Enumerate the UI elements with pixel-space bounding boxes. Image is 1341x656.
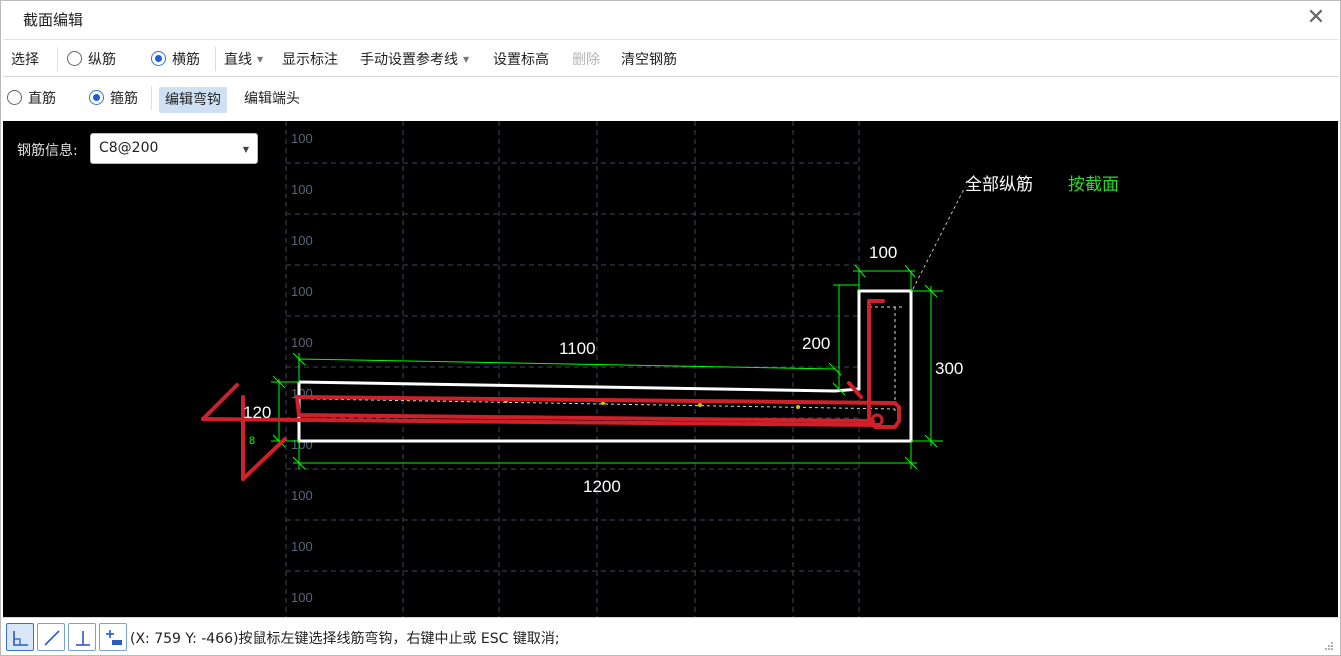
grid-label: 100 [291,284,313,299]
grid [285,121,860,617]
annotation-all-rebar: 全部纵筋 [965,175,1033,194]
rebar-info-label: 钢筋信息: [17,143,78,159]
select-button[interactable]: 选择 [11,50,39,70]
grid-label: 100 [291,488,313,503]
toolbar-main: 选择 纵筋 横筋 直线 ▼ 显示标注 手动设置参考线 ▼ 设置标高 删除 清空钢筋 [3,39,1338,77]
edit-hook-button[interactable]: 编辑弯钩 [159,87,227,113]
line-dropdown[interactable]: 直线 ▼ [224,50,263,70]
oblique-line-icon[interactable] [37,623,65,651]
grid-label: 100 [291,437,313,452]
chevron-down-icon: ▼ [463,55,470,64]
title-bar: 截面编辑 ✕ [1,1,1340,37]
clear-rebar-button[interactable]: 清空钢筋 [621,50,677,70]
leader-line [912,186,966,290]
grid-label: 100 [291,539,313,554]
toolbar-divider [57,47,58,71]
inner-guides [310,306,903,411]
transverse-label: 横筋 [172,52,200,68]
chevron-down-icon: ▼ [257,55,264,64]
set-elevation-button[interactable]: 设置标高 [493,50,549,70]
radio-checked-icon [151,51,166,66]
window-title: 截面编辑 [23,11,84,29]
stirrup-radio[interactable]: 箍筋 [89,89,138,109]
perpendicular-icon[interactable] [68,623,96,651]
chevron-down-icon: ▼ [242,145,249,154]
dim-thickness-120: 120 [243,403,271,422]
straight-radio[interactable]: 直筋 [7,89,56,109]
dim-length-1100: 1100 [559,339,596,358]
longitudinal-radio[interactable]: 纵筋 [67,50,116,70]
manual-ref-label: 手动设置参考线 [360,52,458,68]
toolbar-rebar-type: 直筋 箍筋 编辑弯钩 编辑端头 [3,79,1338,119]
status-message: (X: 759 Y: -466)按鼠标左键选择线筋弯钩，右键中止或 ESC 键取… [130,631,560,647]
grid-label: 100 [291,335,313,350]
straight-label: 直筋 [28,91,56,107]
toolbar-divider [215,47,216,71]
radio-unchecked-icon [7,90,22,105]
line-label: 直线 [224,52,252,68]
grid-label: 100 [291,182,313,197]
dim-height-200: 200 [802,334,830,353]
dim-length-1200: 1200 [583,477,621,496]
delete-button[interactable]: 删除 [572,50,600,70]
edit-end-button[interactable]: 编辑端头 [244,89,300,109]
grid-label: 100 [291,590,313,605]
add-point-icon[interactable] [99,623,127,651]
transverse-radio[interactable]: 横筋 [151,50,200,70]
rebar-info-select[interactable]: C8@200 ▼ [90,133,258,164]
dim-height-300: 300 [935,359,963,378]
annotation-mode: 按截面 [1068,175,1119,194]
section-edit-window: 截面编辑 ✕ 选择 纵筋 横筋 直线 ▼ 显示标注 手动设置参考线 ▼ 设置标高 删… [0,0,1341,656]
close-icon[interactable]: ✕ [1304,7,1328,31]
dim-small-8: 8 [249,435,255,447]
radio-unchecked-icon [67,51,82,66]
show-dims-button[interactable]: 显示标注 [282,50,338,70]
radio-checked-icon [89,90,104,105]
dim-width-top: 100 [869,243,897,262]
toolbar-divider [151,86,152,110]
drawing-canvas[interactable]: 100 100 100 100 100 100 100 100 100 100 [3,121,1338,617]
longitudinal-label: 纵筋 [88,52,116,68]
manual-ref-dropdown[interactable]: 手动设置参考线 ▼ [360,50,469,70]
status-bar: (X: 759 Y: -466)按鼠标左键选择线筋弯钩，右键中止或 ESC 键取… [3,617,1338,655]
grid-label: 100 [291,131,313,146]
resize-grip-icon[interactable] [1324,641,1334,651]
stirrup-label: 箍筋 [110,91,138,107]
orthogonal-snap-icon[interactable] [6,623,34,651]
grid-label: 100 [291,233,313,248]
rebar-info-value: C8@200 [99,140,159,156]
section-drawing: 100 100 100 100 100 100 100 100 100 100 [201,121,1119,617]
